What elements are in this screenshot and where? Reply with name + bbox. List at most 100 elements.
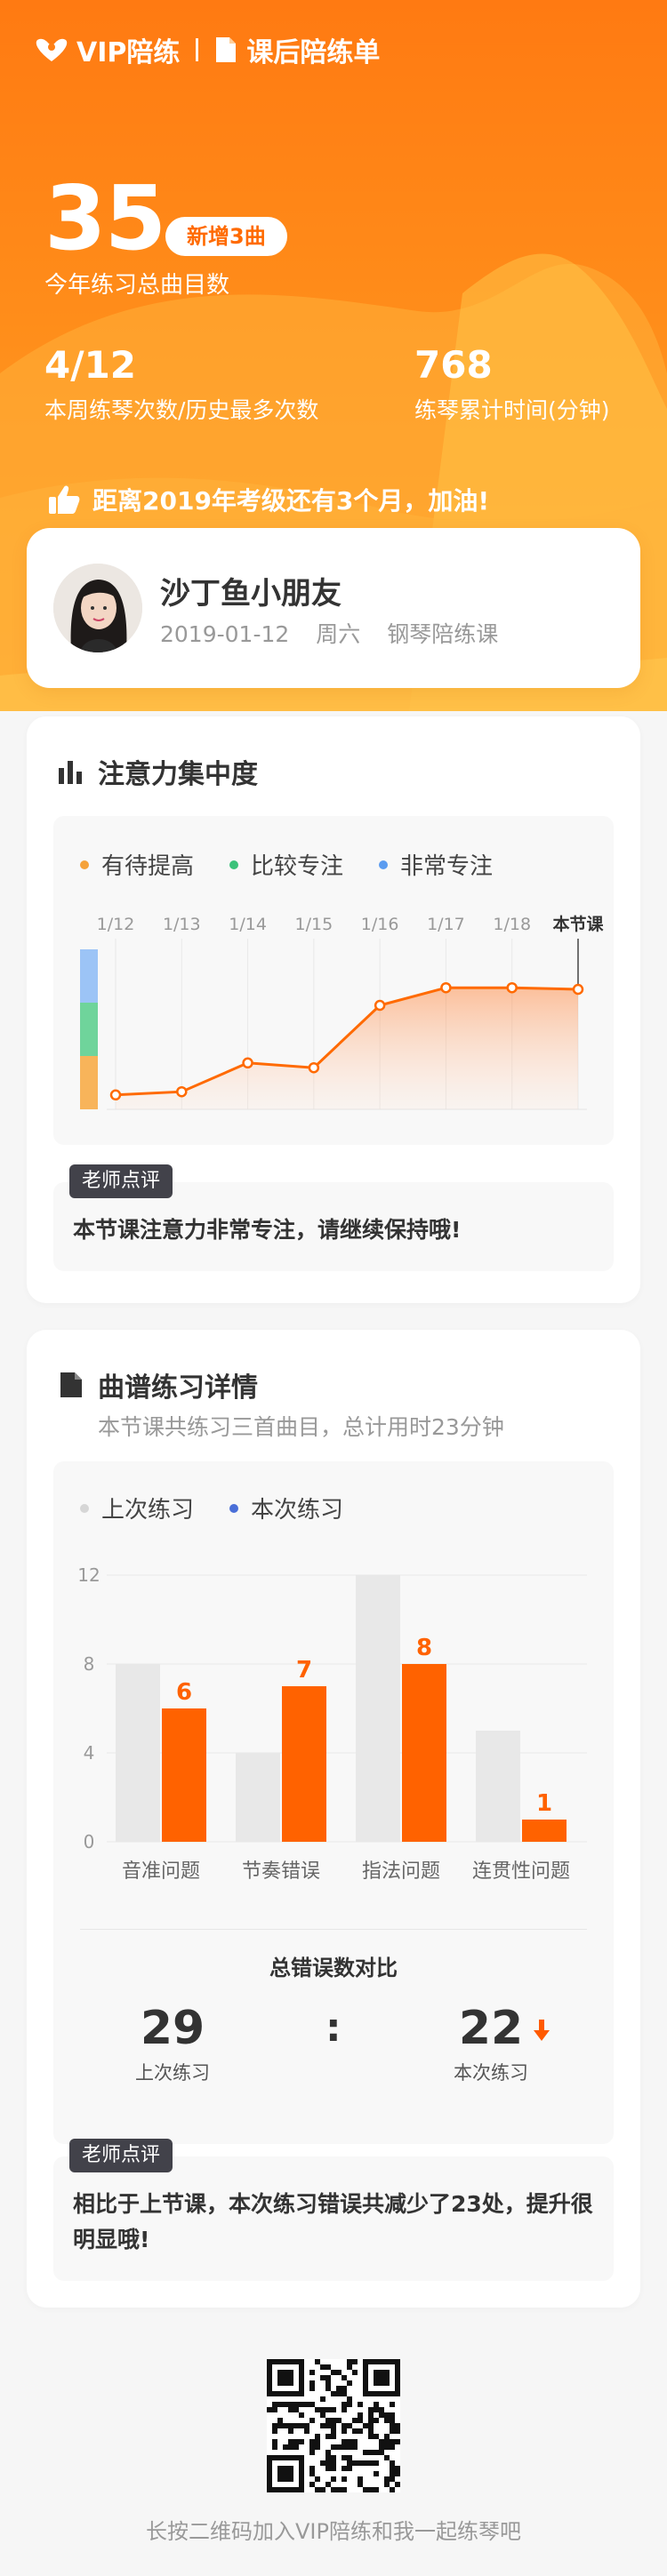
qr-module <box>342 2428 347 2434</box>
attention-band-2 <box>80 1003 98 1056</box>
page: VIP陪练 课后陪练单 35 新增3曲 今年练习总曲目数 4/12 本周练琴次数… <box>0 0 667 2576</box>
bar-category-label: 指法问题 <box>362 1860 440 1883</box>
qr-module <box>293 2407 299 2412</box>
bar-category-label: 音准问题 <box>122 1860 200 1883</box>
qr-module <box>304 2423 309 2428</box>
qr-module <box>390 2487 395 2492</box>
qr-module <box>347 2402 352 2407</box>
qr-module <box>342 2407 347 2412</box>
qr-module <box>395 2428 400 2434</box>
qr-module <box>352 2418 358 2423</box>
qr-module <box>309 2444 315 2450</box>
qr-module <box>384 2439 390 2444</box>
total-songs-count: 35 <box>44 166 166 270</box>
qr-module <box>390 2412 395 2418</box>
bar-chart-icon <box>59 761 82 784</box>
qr-module <box>358 2476 363 2482</box>
qr-module <box>325 2418 331 2423</box>
qr-module <box>342 2439 347 2444</box>
document-icon <box>216 37 237 62</box>
qr-module <box>342 2487 347 2492</box>
qr-module <box>320 2407 325 2412</box>
qr-module <box>315 2476 320 2482</box>
qr-module <box>331 2418 336 2423</box>
qr-module <box>277 2418 283 2423</box>
qr-module <box>358 2418 363 2423</box>
qr-module <box>288 2407 293 2412</box>
qr-module <box>299 2423 304 2428</box>
bar-y-tick: 4 <box>84 1742 95 1764</box>
qr-module <box>283 2423 288 2428</box>
qr-module <box>352 2439 358 2444</box>
qr-module <box>272 2444 277 2450</box>
qr-module <box>320 2487 325 2492</box>
qr-module <box>309 2402 315 2407</box>
bar-this-value-label: 1 <box>536 1790 552 1817</box>
attention-point <box>109 1089 122 1101</box>
qr-module <box>368 2450 374 2455</box>
qr-module <box>347 2396 352 2402</box>
week-practice-value: 4/12 <box>44 343 137 387</box>
qr-module <box>352 2460 358 2466</box>
lesson-meta: 2019-01-12 周六 钢琴陪练课 <box>160 617 518 649</box>
qr-module <box>331 2391 336 2396</box>
qr-module <box>395 2482 400 2487</box>
qr-module <box>299 2412 304 2418</box>
qr-module <box>315 2434 320 2439</box>
qr-finder-inner <box>374 2370 390 2386</box>
qr-code[interactable] <box>267 2359 400 2492</box>
attention-card: 注意力集中度 有待提高 比较专注 非常专注 1/12 1/13 1/14 1/15 1/… <box>27 716 640 1303</box>
bar-y-tick: 12 <box>77 1564 100 1586</box>
bar-this-practice <box>282 1686 326 1842</box>
qr-module <box>368 2412 374 2418</box>
qr-module <box>299 2402 304 2407</box>
brand-bar: VIP陪练 课后陪练单 <box>34 32 380 68</box>
qr-finder-inner <box>277 2466 293 2482</box>
qr-module <box>309 2439 315 2444</box>
bar-y-tick: 0 <box>84 1831 95 1852</box>
attention-point <box>374 999 386 1012</box>
qr-module <box>363 2487 368 2492</box>
thumbs-up-icon <box>49 485 80 514</box>
qr-module <box>347 2359 352 2364</box>
qr-module <box>390 2444 395 2450</box>
qr-module <box>320 2423 325 2428</box>
week-practice-label: 本周练琴次数/历史最多次数 <box>44 397 319 423</box>
qr-module <box>336 2386 342 2391</box>
qr-module <box>390 2471 395 2476</box>
qr-module <box>325 2434 331 2439</box>
attention-point <box>572 983 584 996</box>
compare-this: 22 本次练习 <box>420 2004 562 2085</box>
qr-module <box>395 2466 400 2471</box>
qr-module <box>331 2476 336 2482</box>
qr-module <box>331 2428 336 2434</box>
bar-this-practice <box>522 1820 567 1842</box>
qr-module <box>320 2460 325 2466</box>
qr-module <box>347 2423 352 2428</box>
qr-module <box>342 2386 347 2391</box>
qr-module <box>325 2386 331 2391</box>
qr-module <box>272 2439 277 2444</box>
compare-last-value: 29 <box>140 2002 205 2055</box>
qr-module <box>293 2439 299 2444</box>
qr-module <box>384 2455 390 2460</box>
bar-this-value-label: 7 <box>296 1657 312 1684</box>
qr-module <box>325 2375 331 2380</box>
qr-module <box>342 2423 347 2428</box>
qr-module <box>288 2423 293 2428</box>
qr-module <box>288 2444 293 2450</box>
qr-module <box>395 2423 400 2428</box>
arrow-down-icon <box>534 2020 550 2041</box>
total-time-stat: 768 练琴累计时间(分钟) <box>414 345 610 425</box>
qr-module <box>342 2391 347 2396</box>
qr-module <box>347 2439 352 2444</box>
qr-module <box>379 2407 384 2412</box>
total-songs-label: 今年练习总曲目数 <box>44 272 230 299</box>
qr-module <box>342 2375 347 2380</box>
qr-module <box>379 2444 384 2450</box>
qr-module <box>272 2407 277 2412</box>
attention-comment-tag: 老师点评 <box>69 1164 173 1198</box>
qr-module <box>342 2466 347 2471</box>
lesson-weekday: 周六 <box>316 621 361 647</box>
qr-module <box>347 2455 352 2460</box>
